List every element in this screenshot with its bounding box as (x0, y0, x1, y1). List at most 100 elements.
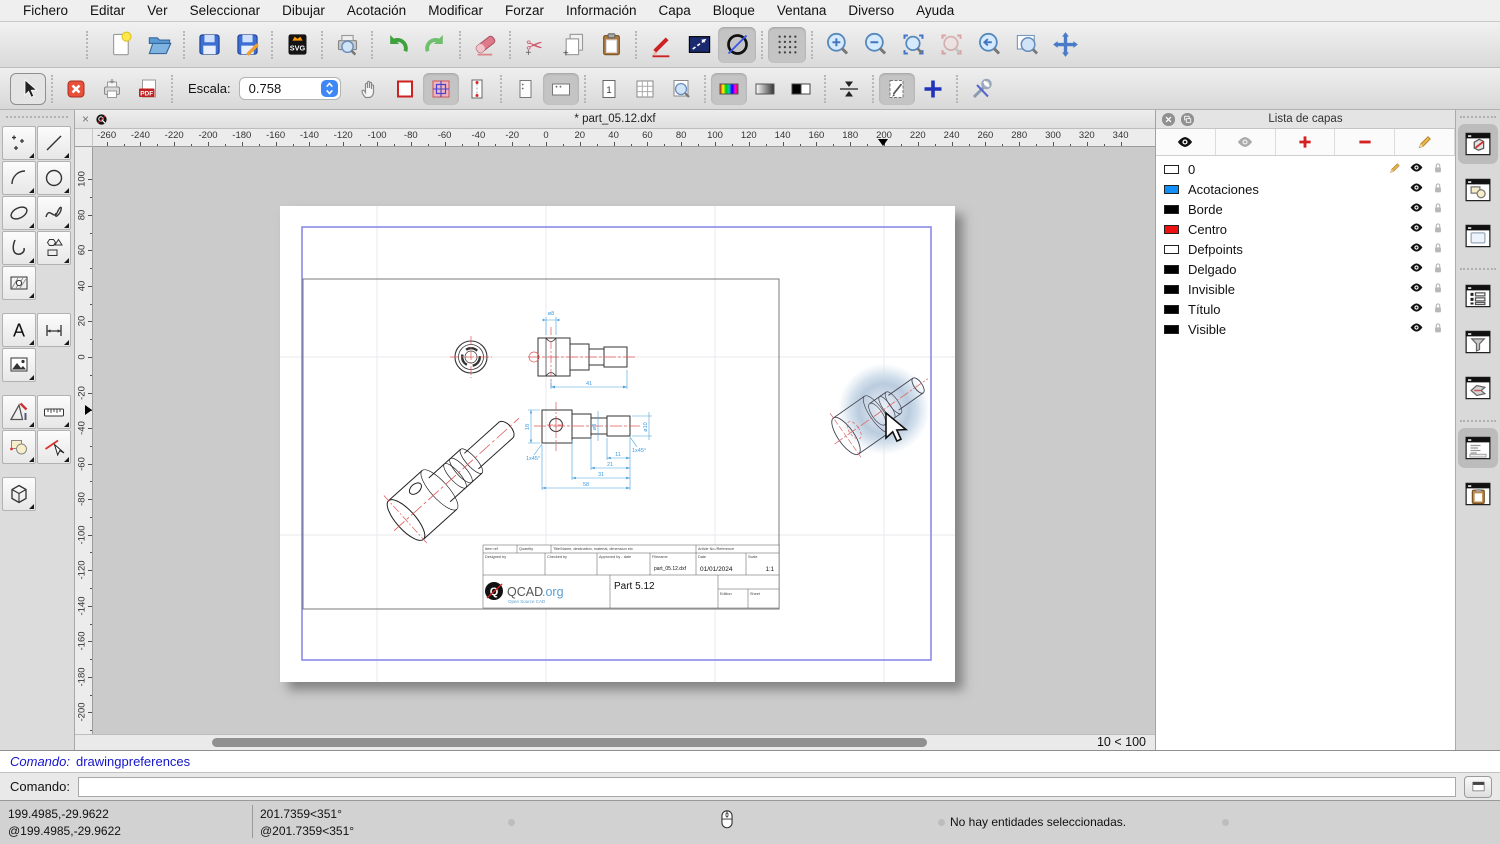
grayscale-button[interactable] (747, 73, 783, 105)
zoom-to-page-button[interactable] (663, 73, 699, 105)
multiple-pages-button[interactable] (627, 73, 663, 105)
delete-entities-button[interactable] (466, 27, 504, 63)
layer-color-swatch[interactable] (1164, 305, 1179, 314)
pointer-tool-button[interactable] (10, 73, 46, 105)
save-button[interactable] (190, 27, 228, 63)
reset-button[interactable] (58, 73, 94, 105)
tool-shapes-button[interactable] (37, 231, 71, 265)
tool-circle-button[interactable] (37, 161, 71, 195)
tool-box3d-button[interactable] (2, 477, 36, 511)
previous-view-button[interactable] (970, 27, 1008, 63)
layer-color-swatch[interactable] (1164, 245, 1179, 254)
window-zoom-button[interactable] (1008, 27, 1046, 63)
auto-zoom-button[interactable] (894, 27, 932, 63)
layer-visibility-toggle[interactable] (1409, 320, 1424, 338)
layer-color-swatch[interactable] (1164, 165, 1179, 174)
single-page-button[interactable]: 1 (591, 73, 627, 105)
layer-lock-toggle[interactable] (1431, 301, 1445, 318)
selection-mode-button[interactable] (680, 27, 718, 63)
block-list-panel-button[interactable] (1458, 170, 1498, 210)
save-as-button[interactable] (228, 27, 266, 63)
menu-dibujar[interactable]: Dibujar (271, 3, 336, 18)
palette-handle[interactable] (6, 116, 68, 122)
layer-visibility-toggle[interactable] (1409, 200, 1424, 218)
tool-ellipse-button[interactable] (2, 196, 36, 230)
layer-eyeoff-button[interactable] (1216, 129, 1276, 155)
layer-row[interactable]: 0 (1156, 159, 1455, 179)
combo-stepper-icon[interactable] (321, 80, 338, 97)
undo-button[interactable] (378, 27, 416, 63)
layer-visibility-toggle[interactable] (1409, 220, 1424, 238)
panel-close-icon[interactable] (1162, 113, 1175, 126)
layer-row[interactable]: Título (1156, 299, 1455, 319)
svg-export-button[interactable]: SVG (278, 27, 316, 63)
print-button[interactable] (94, 73, 130, 105)
layer-visibility-toggle[interactable] (1409, 160, 1424, 178)
menu-ayuda[interactable]: Ayuda (905, 3, 965, 18)
layer-lock-toggle[interactable] (1431, 201, 1445, 218)
property-editor-button[interactable] (642, 27, 680, 63)
tool-measure-button[interactable] (37, 395, 71, 429)
layer-eye-button[interactable] (1156, 129, 1216, 155)
black-white-button[interactable] (783, 73, 819, 105)
view-list-panel-button[interactable] (1458, 216, 1498, 256)
panel-detach-icon[interactable] (1181, 113, 1194, 126)
tool-hatch-button[interactable] (2, 266, 36, 300)
layer-color-swatch[interactable] (1164, 325, 1179, 334)
layer-row[interactable]: Borde (1156, 199, 1455, 219)
tool-modify-button[interactable] (37, 430, 71, 464)
paper-borders-button[interactable] (387, 73, 423, 105)
landscape-orientation-button[interactable] (543, 73, 579, 105)
layer-color-swatch[interactable] (1164, 265, 1179, 274)
command-line-panel-button[interactable] (1458, 428, 1498, 468)
paper-sheet[interactable]: ø8 41 (280, 206, 955, 682)
layer-color-swatch[interactable] (1164, 185, 1179, 194)
menu-seleccionar[interactable]: Seleccionar (179, 3, 272, 18)
layer-row[interactable]: Delgado (1156, 259, 1455, 279)
print-preview-button[interactable] (328, 27, 366, 63)
paste-button[interactable] (592, 27, 630, 63)
command-window-button[interactable] (1464, 776, 1492, 798)
layer-visibility-toggle[interactable] (1409, 180, 1424, 198)
strip-handle[interactable] (1460, 116, 1496, 118)
menu-ver[interactable]: Ver (136, 3, 178, 18)
new-file-button[interactable] (102, 27, 140, 63)
scale-select[interactable]: 0.758 (239, 77, 341, 100)
drawing-preferences-button[interactable] (879, 73, 915, 105)
layer-visibility-toggle[interactable] (1409, 300, 1424, 318)
layer-visibility-toggle[interactable] (1409, 240, 1424, 258)
tab-close-icon[interactable]: × (82, 113, 89, 125)
redo-button[interactable] (416, 27, 454, 63)
menu-capa[interactable]: Capa (648, 3, 702, 18)
portrait-orientation-button[interactable] (507, 73, 543, 105)
layer-color-swatch[interactable] (1164, 285, 1179, 294)
layer-lock-toggle[interactable] (1431, 161, 1445, 178)
menu-modificar[interactable]: Modificar (417, 3, 494, 18)
layer-color-swatch[interactable] (1164, 205, 1179, 214)
layer-list-panel-button[interactable] (1458, 124, 1498, 164)
toolbar-handle[interactable] (86, 31, 94, 59)
copy-button[interactable]: + (554, 27, 592, 63)
menu-diverso[interactable]: Diverso (837, 3, 905, 18)
tool-draft-button[interactable] (2, 395, 36, 429)
scrollbar-thumb[interactable] (212, 738, 927, 747)
layer-pencil-button[interactable] (1395, 129, 1455, 155)
layer-row[interactable]: Centro (1156, 219, 1455, 239)
tool-points-button[interactable] (2, 126, 36, 160)
property-editor-panel-button[interactable] (1458, 276, 1498, 316)
layer-lock-toggle[interactable] (1431, 241, 1445, 258)
open-file-button[interactable] (140, 27, 178, 63)
selection-filter-panel-button[interactable] (1458, 322, 1498, 362)
menu-editar[interactable]: Editar (79, 3, 136, 18)
library-browser-panel-button[interactable] (1458, 368, 1498, 408)
tool-dimension-button[interactable] (37, 313, 71, 347)
layer-lock-toggle[interactable] (1431, 221, 1445, 238)
menu-forzar[interactable]: Forzar (494, 3, 555, 18)
menu-ventana[interactable]: Ventana (766, 3, 838, 18)
layer-row[interactable]: Defpoints (1156, 239, 1455, 259)
tool-arc-button[interactable] (2, 161, 36, 195)
layer-row[interactable]: Invisible (1156, 279, 1455, 299)
grid-toggle-button[interactable] (768, 27, 806, 63)
tool-polyline-button[interactable] (2, 231, 36, 265)
layer-row[interactable]: Visible (1156, 319, 1455, 339)
